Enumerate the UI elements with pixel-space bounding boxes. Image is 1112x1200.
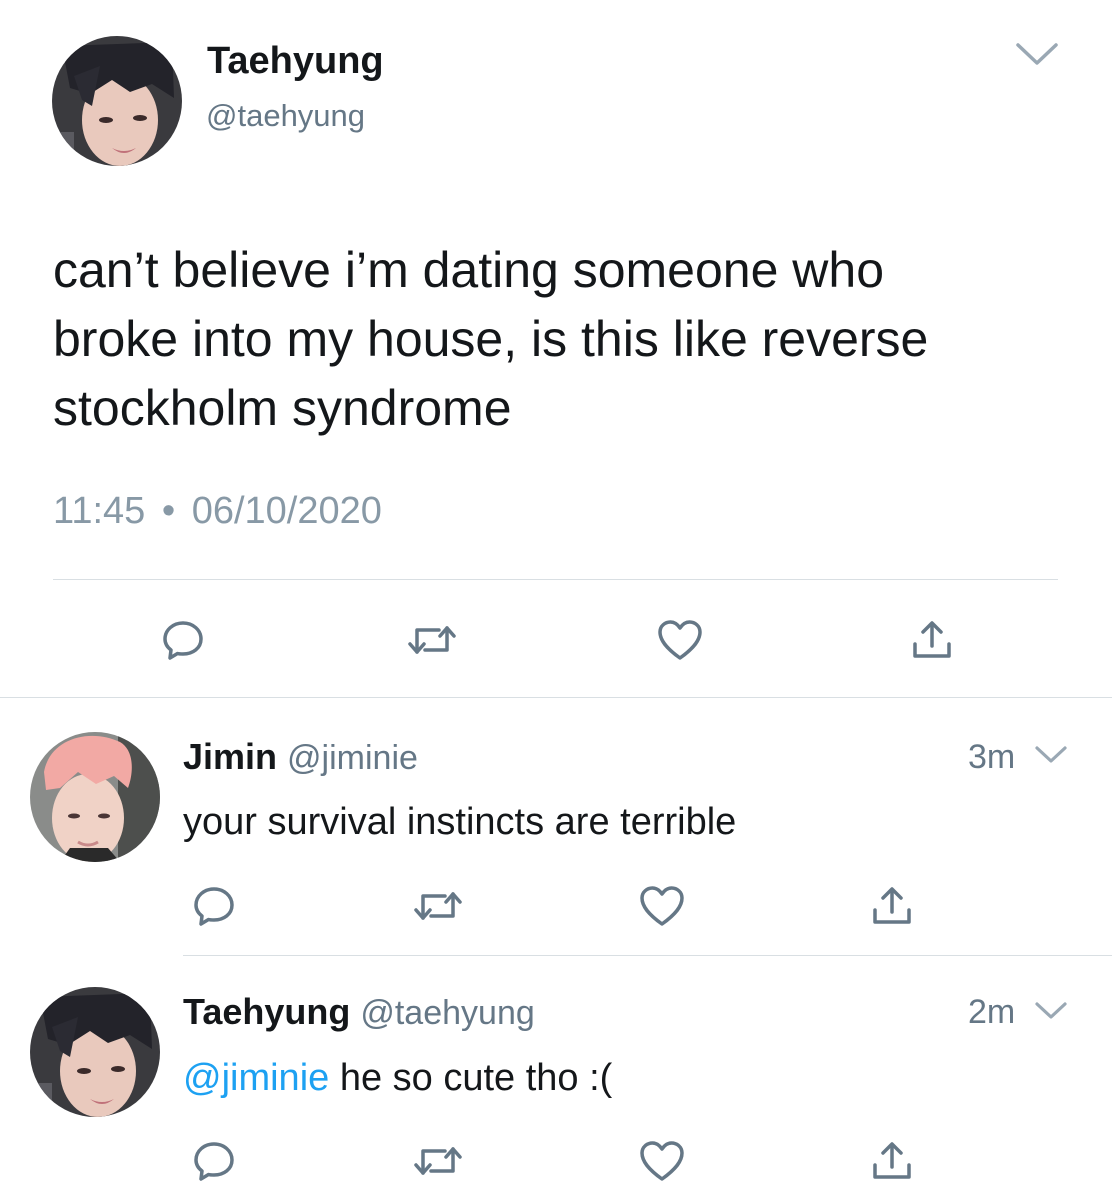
reply-avatar[interactable]: [30, 987, 160, 1117]
tweet-text-line: broke into my house, is this like revers…: [53, 311, 929, 367]
share-button[interactable]: [864, 1133, 920, 1189]
reply-avatar[interactable]: [30, 732, 160, 862]
divider: [183, 955, 1112, 956]
share-icon: [913, 621, 951, 658]
heart-icon: [640, 886, 684, 926]
share-icon: [873, 887, 911, 924]
meta-separator: •: [161, 490, 176, 532]
reply-text: @jiminie he so cute tho :(: [183, 1057, 612, 1100]
retweet-icon: [414, 892, 462, 920]
reply-author-name[interactable]: Jimin: [183, 736, 277, 777]
tweet-text-line: can’t believe i’m dating someone who: [53, 242, 885, 298]
retweet-button[interactable]: [406, 878, 470, 934]
chevron-down-icon[interactable]: [1014, 40, 1060, 73]
tweet-time: 11:45: [53, 490, 146, 532]
reply-author[interactable]: Jimin @jiminie: [183, 736, 418, 778]
retweet-icon: [408, 626, 456, 654]
tweet-timestamp: 11:45 • 06/10/2020: [53, 490, 382, 533]
reply-author-handle[interactable]: @taehyung: [360, 994, 534, 1032]
reply-button[interactable]: [155, 612, 211, 668]
retweet-button[interactable]: [400, 612, 464, 668]
reply-button[interactable]: [186, 878, 242, 934]
reply-icon: [163, 621, 203, 660]
heart-icon: [658, 620, 702, 660]
reply-author-handle[interactable]: @jiminie: [287, 739, 418, 777]
heart-icon: [640, 1141, 684, 1181]
like-button[interactable]: [652, 612, 708, 668]
divider: [53, 579, 1058, 580]
mention-link[interactable]: @jiminie: [183, 1057, 329, 1099]
chevron-down-icon[interactable]: [1034, 744, 1068, 771]
share-button[interactable]: [904, 612, 960, 668]
like-button[interactable]: [634, 878, 690, 934]
reply-icon: [194, 1142, 234, 1181]
like-button[interactable]: [634, 1133, 690, 1189]
reply-timestamp: 2m: [968, 993, 1016, 1031]
retweet-icon: [414, 1147, 462, 1175]
divider: [0, 697, 1112, 698]
main-avatar[interactable]: [52, 36, 182, 166]
reply-text-body: he so cute tho :(: [329, 1057, 613, 1099]
chevron-down-icon[interactable]: [1034, 1000, 1068, 1027]
author-handle[interactable]: @taehyung: [206, 98, 365, 134]
tweet-text-line: stockholm syndrome: [53, 380, 512, 436]
reply-text: your survival instincts are terrible: [183, 801, 737, 843]
reply-button[interactable]: [186, 1133, 242, 1189]
reply-author[interactable]: Taehyung @taehyung: [183, 991, 535, 1033]
share-button[interactable]: [864, 878, 920, 934]
retweet-button[interactable]: [406, 1133, 470, 1189]
author-name[interactable]: Taehyung: [207, 40, 384, 83]
tweet-text: can’t believe i’m dating someone who bro…: [53, 236, 1073, 443]
tweet-date[interactable]: 06/10/2020: [192, 490, 382, 532]
reply-author-name[interactable]: Taehyung: [183, 991, 350, 1032]
reply-timestamp: 3m: [968, 738, 1016, 776]
share-icon: [873, 1142, 911, 1179]
reply-icon: [194, 887, 234, 926]
